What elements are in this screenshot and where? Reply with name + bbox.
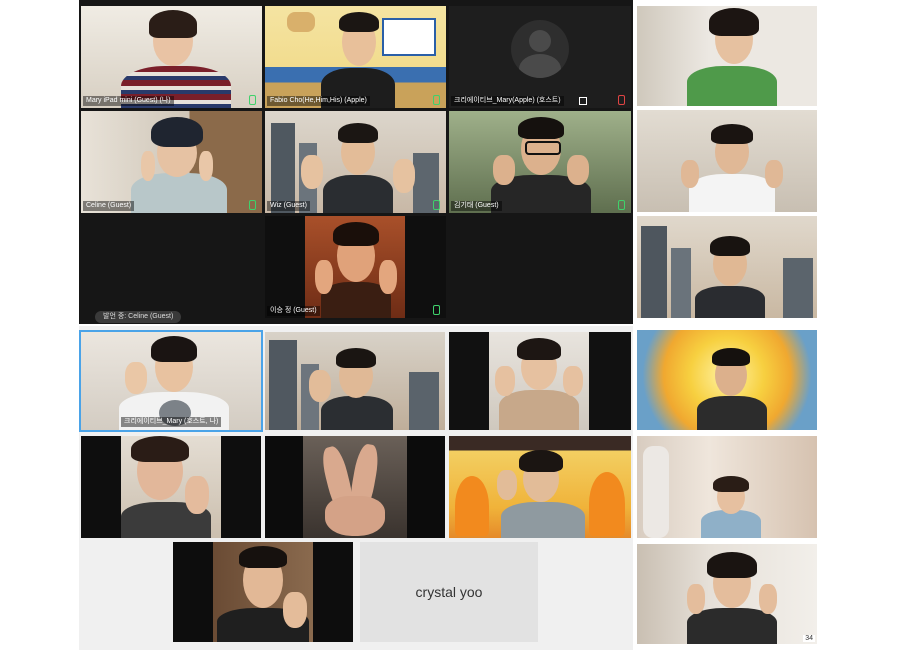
video-tile-woman-coat[interactable] <box>449 332 631 430</box>
participant-name-label: 김기태 (Guest) <box>451 201 502 211</box>
bottom-video-grid: 크리에이티브_Mary (호스트, 나) crystal yoo <box>79 326 633 650</box>
microphone-icon <box>433 200 440 210</box>
participant-name-label: 이승 정 (Guest) <box>267 306 320 316</box>
video-tile-mary-ipad[interactable]: Mary iPad mini (Guest) (나) <box>81 6 262 108</box>
microphone-icon <box>433 95 440 105</box>
microphone-icon <box>249 95 256 105</box>
avatar-placeholder-icon <box>511 20 569 78</box>
microphone-icon <box>249 200 256 210</box>
microphone-icon <box>433 305 440 315</box>
video-tile-right-5[interactable] <box>637 436 817 538</box>
glasses <box>525 141 561 155</box>
video-tile-fire-meme[interactable] <box>449 436 631 538</box>
participant-name-label: 크리에이티브_Mary (호스트, 나) <box>121 417 222 427</box>
video-tile-host-camera-off[interactable]: 크리에이티브_Mary(Apple) (호스트) <box>449 6 631 108</box>
microphone-muted-icon <box>618 95 625 105</box>
video-tile-lee[interactable]: 이승 정 (Guest) <box>265 216 446 318</box>
video-tile-host-mary[interactable]: 크리에이티브_Mary (호스트, 나) <box>79 330 263 432</box>
video-tile-man-bookshelf[interactable] <box>173 542 353 642</box>
participant-name-label: Fabio Cho(He,Him,His) (Apple) <box>267 96 370 106</box>
right-video-column: 34 <box>635 0 820 650</box>
participant-name-label: Wiz (Guest) <box>267 201 310 211</box>
video-tile-woman-closeup[interactable] <box>81 436 261 538</box>
participant-name-display: crystal yoo <box>415 584 483 600</box>
video-tile-right-1[interactable] <box>637 6 817 106</box>
video-tile-hand-closeup[interactable] <box>265 436 445 538</box>
video-tile-right-6[interactable]: 34 <box>637 544 817 644</box>
participant-name-label: Celine (Guest) <box>83 201 135 211</box>
video-tile-wiz[interactable]: Wiz (Guest) <box>265 111 446 213</box>
share-icon <box>579 97 587 105</box>
microphone-icon <box>618 200 625 210</box>
video-tile-right-2[interactable] <box>637 110 817 212</box>
video-tile-city-guy[interactable] <box>265 332 445 430</box>
active-speaker-indicator: 발언 중: Celine (Guest) <box>95 311 182 323</box>
video-tile-fabio-cho[interactable]: Fabio Cho(He,Him,His) (Apple) <box>265 6 446 108</box>
top-video-grid: Mary iPad mini (Guest) (나) Fabio Cho(He,… <box>79 0 633 324</box>
corner-badge: 34 <box>803 635 815 642</box>
participant-name-label: 크리에이티브_Mary(Apple) (호스트) <box>451 96 564 106</box>
flame <box>589 472 625 536</box>
menu-board <box>382 18 436 56</box>
participant-name-label: Mary iPad mini (Guest) (나) <box>83 96 174 106</box>
video-tile-celine[interactable]: Celine (Guest) <box>81 111 262 213</box>
burger-poster <box>287 12 315 32</box>
video-tile-right-4[interactable] <box>637 330 817 430</box>
video-tile-crystal-yoo[interactable]: crystal yoo <box>360 542 538 642</box>
video-tile-kim[interactable]: 김기태 (Guest) <box>449 111 631 213</box>
video-tile-right-3[interactable] <box>637 216 817 318</box>
rolled-paper <box>643 446 669 538</box>
flame <box>455 476 489 536</box>
